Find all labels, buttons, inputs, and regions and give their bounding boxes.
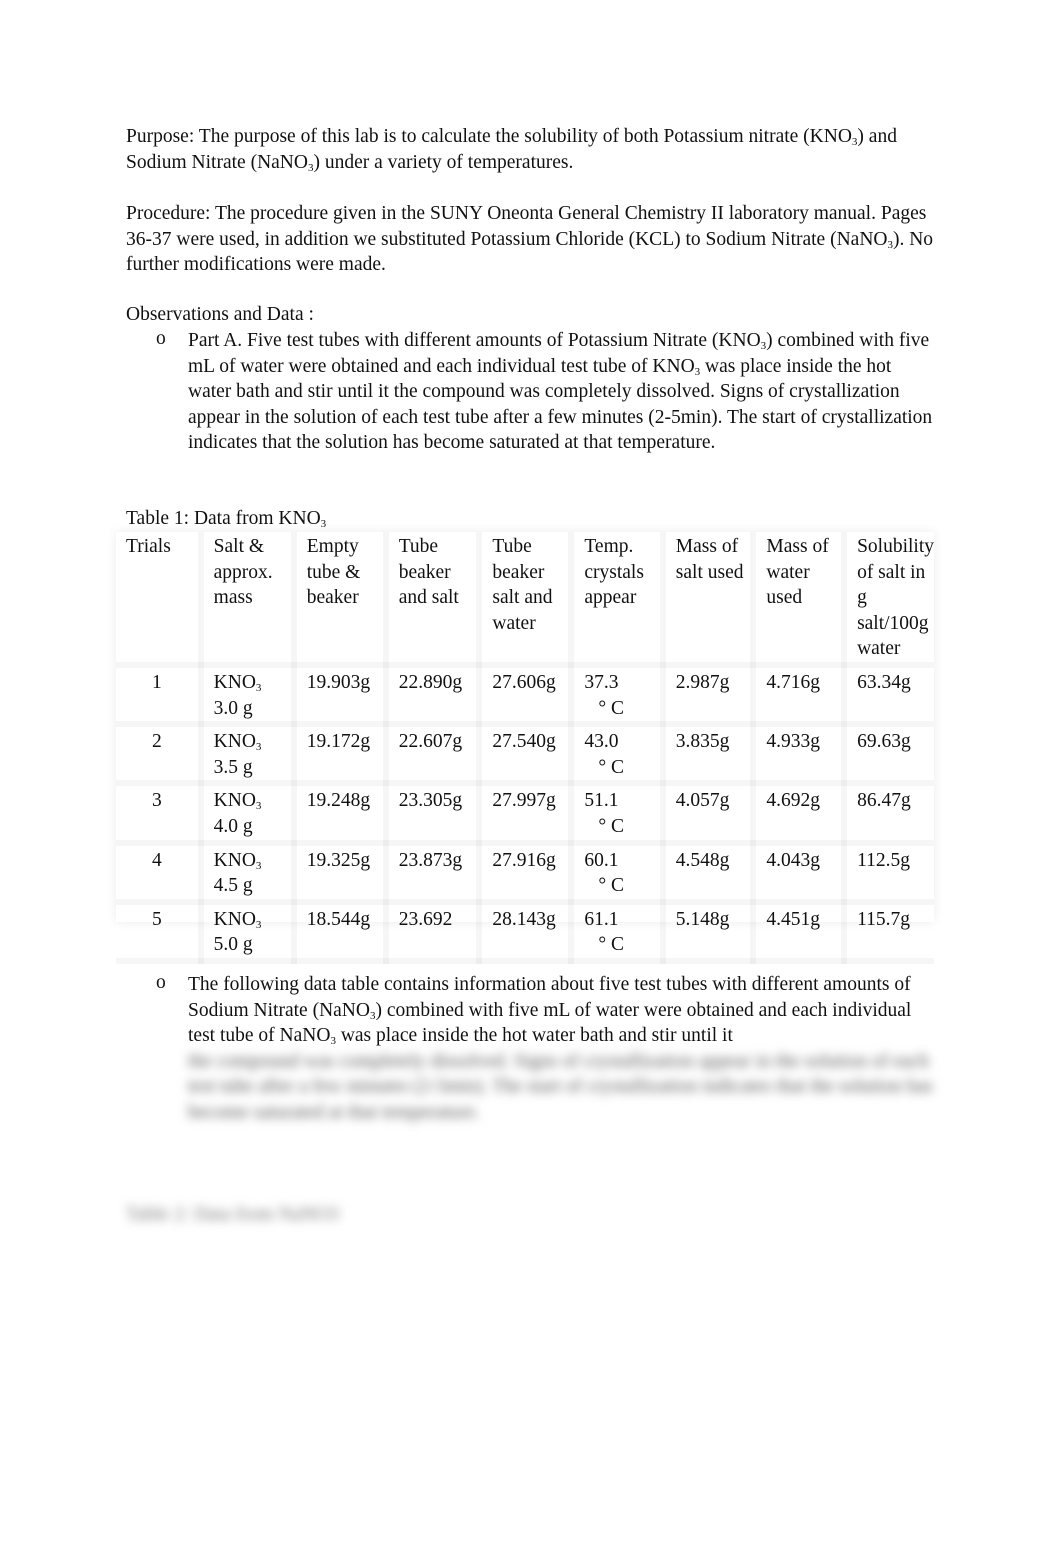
- tube-salt-cell: 22.607g: [386, 724, 480, 783]
- tube-salt-cell: 23.873g: [386, 843, 480, 902]
- table-row: 4 KNO3 4.5 g 19.325g 23.873g 27.916g 60.1 ° C 4.…: [116, 843, 934, 902]
- purpose-label: Purpose: [126, 126, 189, 147]
- header-salt: Salt & approx. mass: [201, 532, 294, 665]
- trial-cell: 3: [116, 783, 201, 842]
- tube-water-cell: 27.540g: [479, 724, 571, 783]
- trial-cell: 1: [116, 665, 201, 724]
- tube-water-cell: 27.916g: [479, 843, 571, 902]
- solubility-cell: 115.7g: [844, 902, 934, 961]
- purpose-paragraph: Purpose: The purpose of this lab is to c…: [126, 126, 897, 174]
- header-temp: Temp. crystals appear: [571, 532, 662, 665]
- tube-water-cell: 27.997g: [479, 783, 571, 842]
- bullet-marker: o: [156, 328, 166, 349]
- salt-cell: KNO3 4.0 g: [201, 783, 294, 842]
- blurred-text: the compound was completely dissolved. S…: [188, 1050, 933, 1123]
- part-a-paragraph: Part A. Five test tubes with different a…: [188, 330, 933, 454]
- header-trials: Trials: [116, 532, 201, 665]
- temp-cell: 37.3 ° C: [571, 665, 662, 724]
- header-solubility: Solubility of salt in g salt/100g water: [844, 532, 934, 665]
- table1-caption: Table 1: Data from KNO3: [126, 508, 327, 530]
- temp-cell: 60.1 ° C: [571, 843, 662, 902]
- mass-salt-cell: 2.987g: [663, 665, 754, 724]
- salt-cell: KNO3 3.0 g: [201, 665, 294, 724]
- salt-cell: KNO3 4.5 g: [201, 843, 294, 902]
- tube-salt-cell: 23.692: [386, 902, 480, 961]
- solubility-cell: 112.5g: [844, 843, 934, 902]
- salt-cell: KNO3 5.0 g: [201, 902, 294, 961]
- header-mass-salt: Mass of salt used: [663, 532, 754, 665]
- tube-water-cell: 28.143g: [479, 902, 571, 961]
- table-header-row: Trials Salt & approx. mass Empty tube & …: [116, 532, 934, 665]
- header-empty: Empty tube & beaker: [294, 532, 386, 665]
- solubility-cell: 86.47g: [844, 783, 934, 842]
- table-row: 5 KNO3 5.0 g 18.544g 23.692 28.143g 61.1 ° C 5.1…: [116, 902, 934, 961]
- header-mass-water: Mass of water used: [753, 532, 844, 665]
- temp-cell: 51.1 ° C: [571, 783, 662, 842]
- mass-salt-cell: 5.148g: [663, 902, 754, 961]
- trial-cell: 2: [116, 724, 201, 783]
- mass-water-cell: 4.451g: [753, 902, 844, 961]
- mass-salt-cell: 3.835g: [663, 724, 754, 783]
- mass-water-cell: 4.716g: [753, 665, 844, 724]
- trial-cell: 4: [116, 843, 201, 902]
- header-tube-salt: Tube beaker and salt: [386, 532, 480, 665]
- mass-water-cell: 4.933g: [753, 724, 844, 783]
- empty-cell: 19.248g: [294, 783, 386, 842]
- table-row: 2 KNO3 3.5 g 19.172g 22.607g 27.540g 43.0 ° C 3.…: [116, 724, 934, 783]
- empty-cell: 19.172g: [294, 724, 386, 783]
- solubility-cell: 63.34g: [844, 665, 934, 724]
- temp-cell: 61.1 ° C: [571, 902, 662, 961]
- part-b-paragraph: The following data table contains inform…: [188, 972, 933, 1126]
- table1: Trials Salt & approx. mass Empty tube & …: [116, 532, 934, 955]
- empty-cell: 19.325g: [294, 843, 386, 902]
- mass-salt-cell: 4.057g: [663, 783, 754, 842]
- solubility-cell: 69.63g: [844, 724, 934, 783]
- procedure-label: Procedure:: [126, 203, 211, 224]
- bullet-marker: o: [156, 972, 166, 993]
- mass-salt-cell: 4.548g: [663, 843, 754, 902]
- tube-water-cell: 27.606g: [479, 665, 571, 724]
- tube-salt-cell: 23.305g: [386, 783, 480, 842]
- observations-heading: Observations and Data :: [126, 304, 314, 325]
- table-row: 3 KNO3 4.0 g 19.248g 23.305g 27.997g 51.1 ° C 4.…: [116, 783, 934, 842]
- mass-water-cell: 4.692g: [753, 783, 844, 842]
- procedure-paragraph: Procedure: The procedure given in the SU…: [126, 203, 934, 276]
- table2-caption: Table 2: Data from NaNO3: [126, 1204, 340, 1225]
- mass-water-cell: 4.043g: [753, 843, 844, 902]
- salt-cell: KNO3 3.5 g: [201, 724, 294, 783]
- empty-cell: 19.903g: [294, 665, 386, 724]
- trial-cell: 5: [116, 902, 201, 961]
- temp-cell: 43.0 ° C: [571, 724, 662, 783]
- table-row: 1 KNO3 3.0 g 19.903g 22.890g 27.606g 37.3 ° C 2.…: [116, 665, 934, 724]
- header-tube-water: Tube beaker salt and water: [479, 532, 571, 665]
- tube-salt-cell: 22.890g: [386, 665, 480, 724]
- empty-cell: 18.544g: [294, 902, 386, 961]
